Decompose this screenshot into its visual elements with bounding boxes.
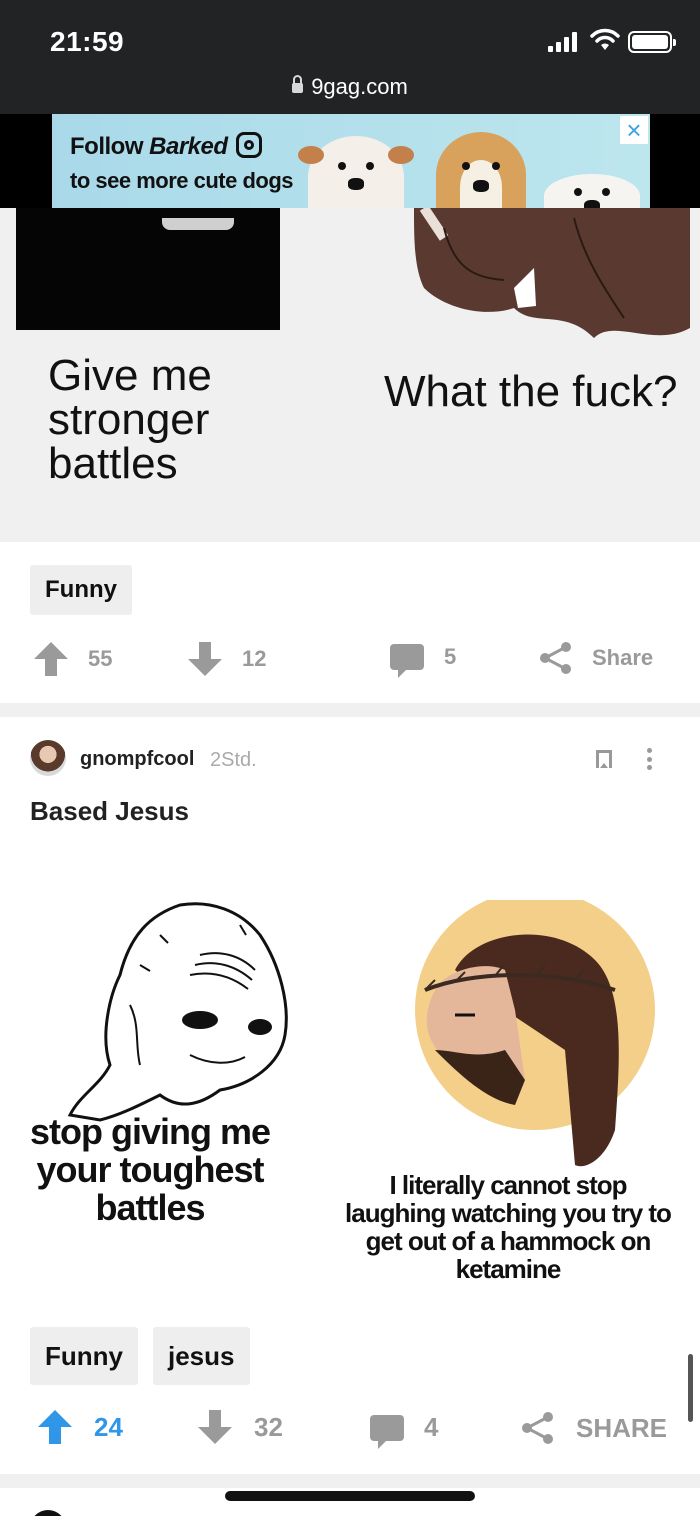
arrow-up-icon bbox=[34, 642, 68, 676]
username[interactable]: gnompfcool bbox=[80, 748, 194, 771]
bookmark-icon[interactable] bbox=[596, 750, 612, 768]
meme1-caption-right: What the fuck? bbox=[384, 367, 678, 416]
bearded-face bbox=[414, 208, 690, 338]
arrow-down-icon bbox=[198, 1410, 232, 1444]
comment-bubble-icon bbox=[390, 644, 424, 678]
close-ad-button[interactable]: × bbox=[620, 116, 648, 144]
share-label: SHARE bbox=[576, 1412, 668, 1443]
post-title[interactable]: Based Jesus bbox=[30, 796, 189, 827]
wojak-drawing bbox=[67, 902, 288, 1122]
wifi-icon bbox=[590, 28, 620, 50]
comment-count: 4 bbox=[424, 1412, 439, 1442]
dog-image bbox=[298, 136, 414, 208]
address-bar[interactable]: 9gag.com bbox=[0, 74, 700, 100]
more-options-icon[interactable] bbox=[646, 748, 652, 770]
post1-image[interactable]: Give me stronger battles What the fuck? bbox=[0, 208, 700, 542]
battery-icon bbox=[628, 31, 676, 53]
lock-icon bbox=[292, 75, 304, 93]
arrow-down-icon bbox=[188, 642, 222, 676]
dark-character bbox=[16, 208, 280, 330]
clock: 21:59 bbox=[50, 26, 125, 57]
meme1-caption-left: Give me stronger battles bbox=[48, 351, 212, 488]
upvote-count: 55 bbox=[88, 646, 113, 671]
upvote-button[interactable]: 24 bbox=[38, 1410, 123, 1444]
tag-jesus[interactable]: jesus bbox=[153, 1327, 250, 1385]
app: 21:59 9gag.com Follow Barked to see more… bbox=[0, 0, 700, 1516]
scrollbar[interactable] bbox=[688, 1354, 693, 1422]
ad-brand: Barked bbox=[149, 133, 228, 160]
instagram-icon bbox=[235, 132, 262, 158]
tag-funny[interactable]: Funny bbox=[30, 1327, 138, 1385]
post-time: 2Std. bbox=[210, 749, 257, 771]
comment-bubble-icon bbox=[370, 1414, 404, 1449]
arrow-up-icon bbox=[38, 1410, 72, 1444]
share-icon bbox=[522, 1412, 553, 1444]
downvote-button[interactable]: 32 bbox=[198, 1410, 283, 1444]
dog-image bbox=[436, 132, 526, 208]
comment-button[interactable]: 4 bbox=[370, 1412, 439, 1449]
upvote-button[interactable]: 55 bbox=[34, 642, 112, 676]
downvote-button[interactable]: 12 bbox=[188, 642, 266, 676]
meme2-caption-right: I literally cannot stop laughing watchin… bbox=[345, 1170, 672, 1284]
jesus-drawing bbox=[415, 900, 655, 1167]
share-icon bbox=[540, 642, 571, 674]
home-indicator[interactable] bbox=[225, 1491, 475, 1501]
ad-text: Follow Barked to see more cute dogs bbox=[70, 128, 294, 198]
downvote-count: 32 bbox=[254, 1411, 283, 1442]
upvote-count: 24 bbox=[94, 1411, 123, 1442]
downvote-count: 12 bbox=[242, 646, 267, 671]
url-text: 9gag.com bbox=[311, 74, 408, 99]
avatar[interactable] bbox=[30, 1510, 66, 1516]
status-bar: 21:59 9gag.com bbox=[0, 0, 700, 114]
share-label: Share bbox=[592, 645, 654, 670]
ad-banner[interactable]: Follow Barked to see more cute dogs × bbox=[52, 114, 650, 208]
ad-line2: to see more cute dogs bbox=[70, 168, 294, 193]
avatar[interactable] bbox=[30, 740, 66, 776]
comment-count: 5 bbox=[444, 644, 457, 669]
ad-line1-prefix: Follow bbox=[70, 133, 150, 160]
comment-button[interactable]: 5 bbox=[390, 644, 457, 678]
post-divider bbox=[0, 703, 700, 717]
share-button[interactable]: Share bbox=[538, 640, 653, 676]
tag-funny[interactable]: Funny bbox=[30, 565, 132, 615]
dog-image bbox=[544, 174, 640, 208]
post2-image[interactable]: stop giving me your toughest battles I l… bbox=[0, 845, 700, 1300]
post-divider bbox=[0, 1474, 700, 1488]
signal-icon bbox=[548, 30, 580, 52]
share-button[interactable]: SHARE bbox=[520, 1410, 667, 1446]
meme2-caption-left: stop giving me your toughest battles bbox=[29, 1111, 271, 1228]
